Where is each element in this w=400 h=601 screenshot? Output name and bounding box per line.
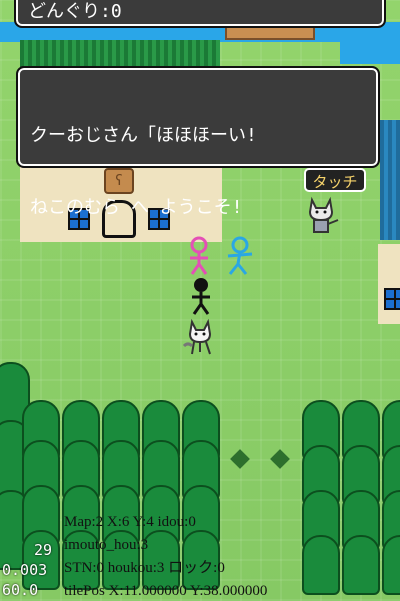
- dialog-line: クーおじさん「ほほほーい!: [30, 125, 257, 146]
- acorn-counter: どんぐり:0: [28, 1, 122, 22]
- ground-marker: [230, 449, 250, 469]
- right-path: [378, 244, 400, 324]
- right-building: [380, 120, 400, 240]
- house-roof-left: [20, 40, 220, 69]
- game-view[interactable]: ʕ タッチ どんぐり:0 クーおじさん「ほほほーい! ねこのむら へ ようこそ!…: [0, 0, 400, 601]
- debug-line: imouto_hou:3: [64, 537, 149, 553]
- debug-line: STN:0 houkou:3 ロック:0: [64, 560, 225, 576]
- debug-line: Map:2 X:6 Y:4 idou:0: [64, 514, 196, 530]
- fps-line: 60.0: [2, 581, 39, 599]
- stick-figure-icon[interactable]: [188, 276, 214, 316]
- dialog-box[interactable]: クーおじさん「ほほほーい! ねこのむら へ ようこそ!: [16, 66, 380, 218]
- water-right: [340, 24, 400, 64]
- ground-marker: [270, 449, 290, 469]
- acorn-counter-panel: どんぐり:0: [14, 0, 386, 28]
- tree: [382, 535, 400, 595]
- dialog-line: ねこのむら へ ようこそ!: [30, 197, 243, 218]
- tree: [342, 535, 380, 595]
- fps-line: 29: [34, 541, 53, 559]
- window-icon: [384, 288, 400, 310]
- fps-line: 0.003: [2, 561, 48, 579]
- tree: [302, 535, 340, 595]
- debug-line: tilePos X:11.000000 Y:38.000000: [64, 583, 268, 599]
- cat-npc-icon[interactable]: [180, 316, 220, 356]
